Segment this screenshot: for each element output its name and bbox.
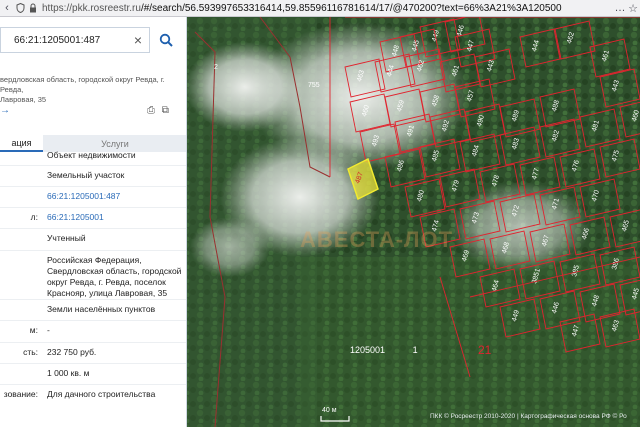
attribute-link[interactable]: 66:21:1205001 xyxy=(47,212,182,223)
scale-bar xyxy=(320,416,350,422)
info-panel: × вердловская область, городской округ Р… xyxy=(0,17,187,427)
row-divider xyxy=(0,299,186,300)
attribute-value: 232 750 руб. xyxy=(47,347,97,357)
browser-address-bar[interactable]: ‹ https://pkk.rosreestr.ru/#/search/56.5… xyxy=(0,0,640,17)
share-icon[interactable]: ⧉ xyxy=(162,105,169,116)
attribute-value: Земельный участок xyxy=(47,170,125,180)
row-divider xyxy=(0,207,186,208)
back-icon[interactable]: ‹ xyxy=(0,0,14,17)
row-divider xyxy=(0,363,186,364)
toolbar-icons[interactable]: ⎙ ⧉ xyxy=(147,105,169,116)
search-button[interactable] xyxy=(152,27,180,53)
shield-icon xyxy=(14,0,27,17)
search-input[interactable] xyxy=(1,34,131,46)
attribute-value: - xyxy=(47,325,50,335)
row-divider xyxy=(0,186,186,187)
row-divider xyxy=(0,342,186,343)
row-divider xyxy=(0,384,186,385)
attribute-key: м: xyxy=(29,325,38,335)
row-divider xyxy=(0,250,186,251)
print-icon[interactable]: ⎙ xyxy=(147,105,155,116)
map-copyright: ПКК © Росреестр 2010-2020 | Картографиче… xyxy=(430,413,627,420)
attribute-key: сть: xyxy=(23,347,38,357)
star-icon[interactable]: ☆ xyxy=(626,0,640,17)
attribute-value: Объект недвижимости xyxy=(47,150,136,160)
attribute-value: Российская Федерация, Свердловская облас… xyxy=(47,255,182,298)
quarter-label: 1205001 1 xyxy=(350,345,418,355)
map-number-2: 2 xyxy=(214,64,218,71)
cloud xyxy=(190,217,270,277)
cloud xyxy=(450,182,590,272)
scale-label: 40 м xyxy=(322,407,337,414)
attribute-key: л: xyxy=(30,212,38,222)
panel-toolbar: → ⎙ ⧉ xyxy=(0,105,186,119)
attribute-key: зование: xyxy=(3,389,38,399)
attribute-value: Учтенный xyxy=(47,233,86,243)
clear-icon[interactable]: × xyxy=(131,32,145,48)
attribute-value: 1 000 кв. м xyxy=(47,368,90,378)
terrain-shade xyxy=(300,257,640,427)
object-address: вердловская область, городской округ Рев… xyxy=(0,75,165,104)
url-text[interactable]: https://pkk.rosreestr.ru/#/search/56.593… xyxy=(42,3,614,14)
attribute-value: Земли населённых пунктов xyxy=(47,304,156,314)
row-divider xyxy=(0,165,186,166)
road-label: 755 xyxy=(308,82,320,89)
search-icon xyxy=(159,33,173,47)
lock-icon xyxy=(27,0,39,17)
tab-info[interactable]: ация xyxy=(0,135,43,152)
row-divider xyxy=(0,320,186,321)
watermark-logo: АВЕСТА-ЛОТ xyxy=(300,227,454,252)
cloud xyxy=(185,42,305,132)
more-icon[interactable]: … xyxy=(614,0,626,17)
search-box[interactable]: × xyxy=(0,27,150,53)
row-divider xyxy=(0,228,186,229)
attribute-link[interactable]: 66:21:1205001:487 xyxy=(47,191,182,202)
attribute-value: Для дачного строительства xyxy=(47,389,156,399)
arrow-right-icon[interactable]: → xyxy=(0,105,10,116)
zone-label: 21 xyxy=(478,343,492,357)
